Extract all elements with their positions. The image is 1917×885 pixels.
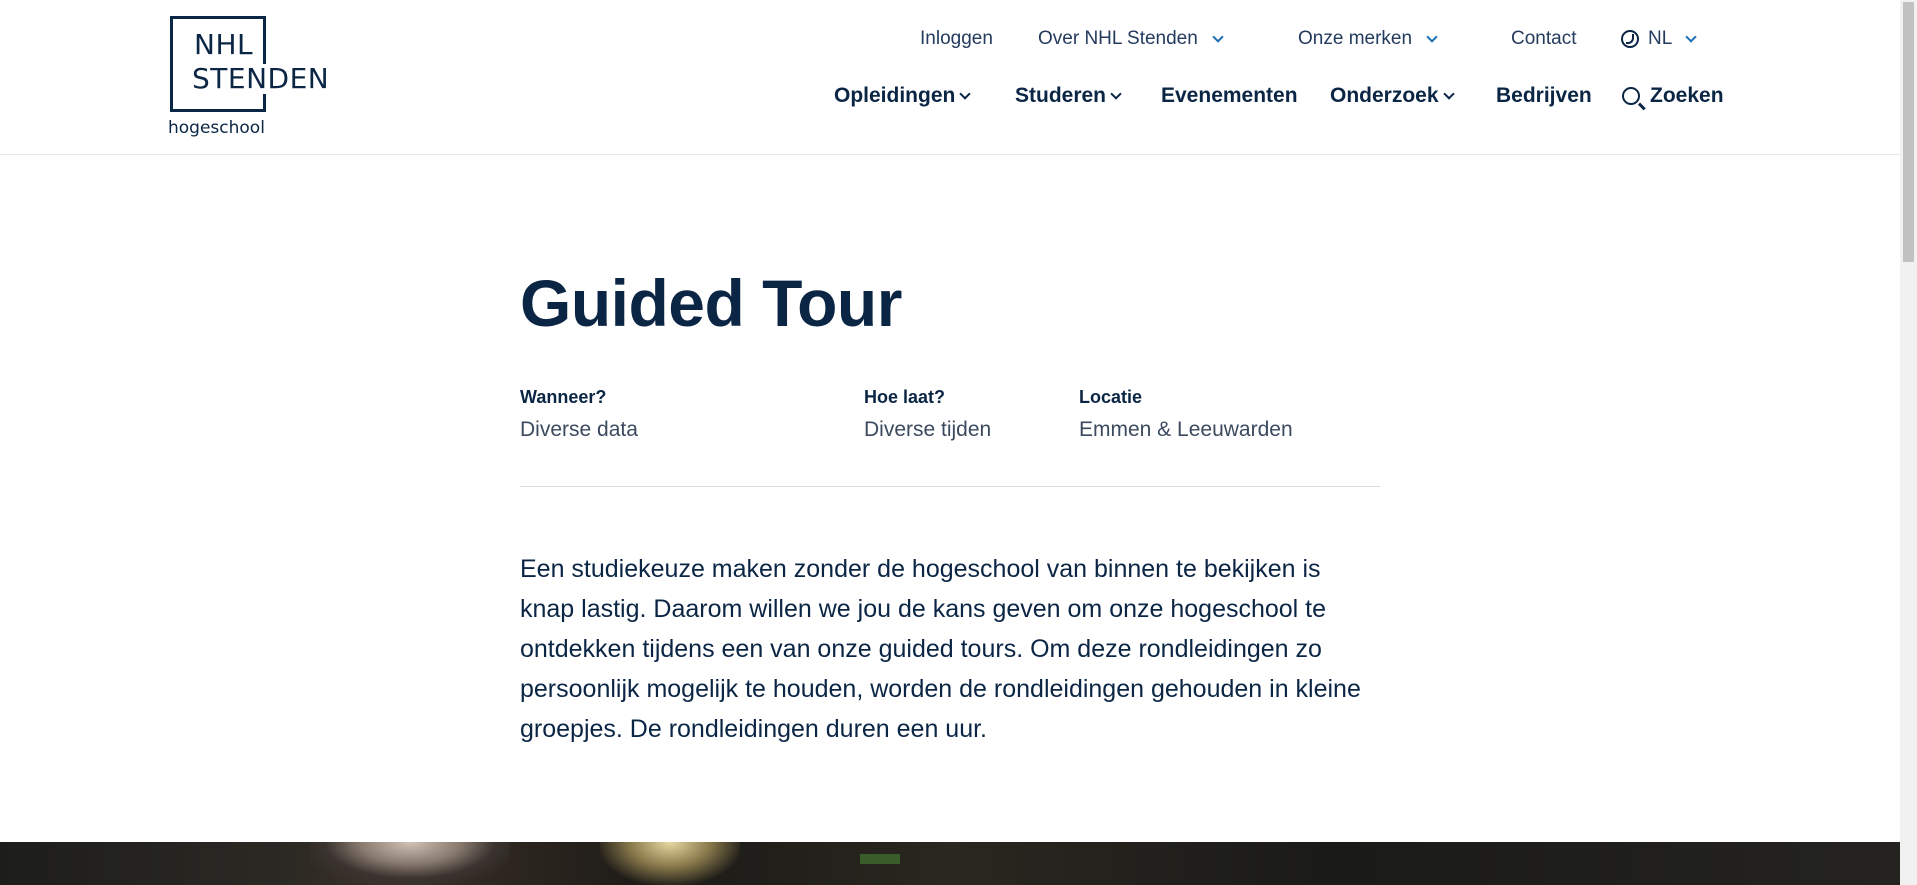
search-button[interactable]: Zoeken (1622, 84, 1724, 108)
scrollbar-thumb[interactable] (1903, 2, 1914, 262)
main-nav-onderzoek[interactable]: Onderzoek (1330, 84, 1455, 108)
top-nav-over-nhl-stenden[interactable]: Over NHL Stenden (1038, 28, 1224, 50)
photo-person (310, 842, 510, 885)
main-nav-label: Opleidingen (834, 84, 956, 107)
chevron-down-icon (1426, 30, 1438, 43)
top-nav-onze-merken[interactable]: Onze merken (1298, 28, 1438, 50)
top-nav-label: Onze merken (1298, 28, 1413, 49)
meta-value: Diverse data (520, 418, 638, 441)
meta-when: Wanneer? Diverse data (520, 387, 638, 442)
main-nav-studeren[interactable]: Studeren (1015, 84, 1122, 108)
main-nav-label: Onderzoek (1330, 84, 1439, 107)
main-nav-bedrijven[interactable]: Bedrijven (1496, 84, 1592, 108)
chevron-down-icon (1685, 30, 1697, 43)
search-label: Zoeken (1650, 84, 1724, 107)
top-nav-inloggen[interactable]: Inloggen (920, 28, 993, 50)
meta-label: Locatie (1079, 387, 1143, 407)
chevron-down-icon (1442, 87, 1455, 100)
nhl-stenden-logo[interactable]: NHL STENDEN hogeschool (168, 14, 338, 144)
logo-text-stenden: STENDEN (190, 62, 332, 95)
main-nav-opleidingen[interactable]: Opleidingen (834, 84, 972, 108)
search-icon (1622, 87, 1640, 105)
top-nav-label: Inloggen (920, 28, 993, 49)
page-viewport: NHL STENDEN hogeschool Inloggen Over NHL… (0, 0, 1900, 885)
language-switcher[interactable]: NL (1621, 28, 1697, 50)
main-nav-label: Studeren (1015, 84, 1107, 107)
logo-text-nhl: NHL (194, 28, 254, 61)
meta-value: Diverse tijden (864, 418, 992, 441)
chevron-down-icon (1110, 87, 1122, 100)
meta-time: Hoe laat? Diverse tijden (864, 387, 991, 442)
top-nav-label: Over NHL Stenden (1038, 28, 1198, 49)
meta-label: Hoe laat? (864, 387, 946, 407)
logo-text-hogeschool: hogeschool (168, 118, 265, 138)
chevron-down-icon (959, 87, 972, 100)
meta-value: Emmen & Leeuwarden (1079, 418, 1293, 441)
main-nav-label: Bedrijven (1496, 84, 1592, 107)
intro-paragraph: Een studiekeuze maken zonder de hogescho… (520, 555, 1361, 743)
guided-tour-photo (0, 842, 1900, 885)
top-nav-label: Contact (1511, 28, 1577, 49)
main-nav-label: Evenementen (1161, 84, 1298, 107)
photo-sign (860, 854, 900, 864)
meta-location: Locatie Emmen & Leeuwarden (1079, 387, 1293, 442)
globe-icon (1621, 30, 1639, 48)
chevron-down-icon (1212, 30, 1224, 43)
main-nav-evenementen[interactable]: Evenementen (1161, 84, 1298, 108)
photo-light (600, 842, 740, 885)
meta-label: Wanneer? (520, 387, 607, 407)
vertical-scrollbar[interactable] (1900, 0, 1917, 885)
language-label: NL (1648, 28, 1673, 49)
top-nav-contact[interactable]: Contact (1511, 28, 1576, 50)
site-header: NHL STENDEN hogeschool Inloggen Over NHL… (0, 0, 1900, 155)
page-title: Guided Tour (520, 266, 902, 340)
event-meta: Wanneer? Diverse data Hoe laat? Diverse … (520, 387, 1380, 487)
